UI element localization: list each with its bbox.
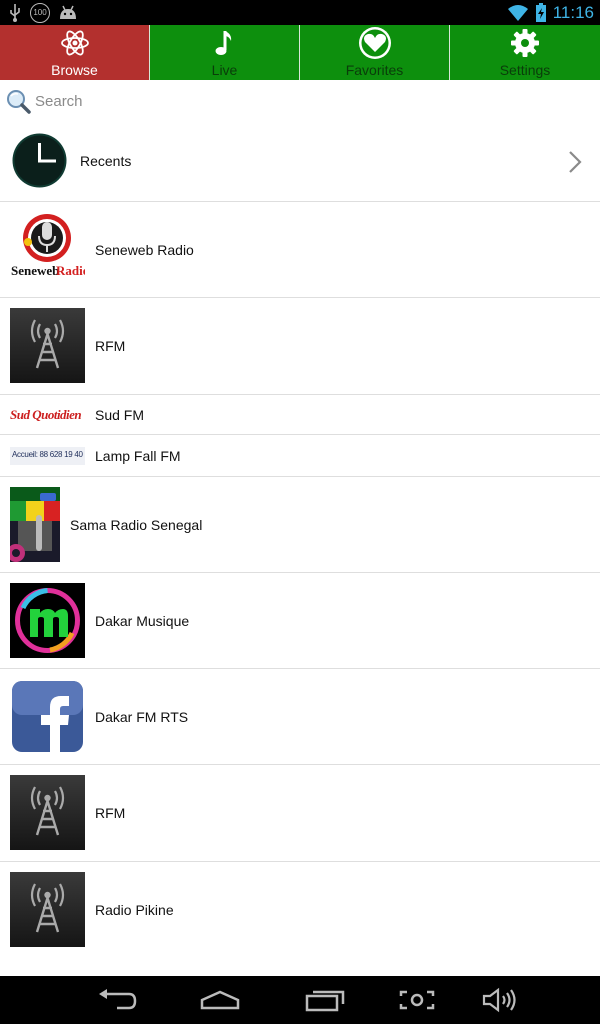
radio-tower-icon (10, 775, 85, 850)
station-name: Lamp Fall FM (95, 448, 181, 464)
station-row[interactable]: Dakar FM RTS (0, 669, 600, 765)
station-row[interactable]: Seneweb Radio Seneweb Radio (0, 202, 600, 298)
tab-bar: Browse Live Favorites Settings (0, 25, 600, 80)
tab-label: Settings (499, 62, 551, 78)
atom-icon (60, 30, 89, 56)
station-name: RFM (95, 338, 126, 354)
music-note-icon (215, 31, 231, 55)
radio-tower-icon (10, 308, 85, 383)
volume-icon[interactable] (478, 986, 522, 1014)
status-left: 100 (8, 3, 78, 23)
sama-radio-logo (10, 487, 60, 562)
dakar-musique-logo (10, 583, 85, 658)
seneweb-logo: Seneweb Radio (10, 212, 85, 287)
screenshot-icon[interactable] (395, 986, 439, 1014)
usb-icon (10, 4, 20, 22)
station-row[interactable]: Accueil: 88 628 19 40 Lamp Fall FM (0, 435, 600, 477)
station-row[interactable]: Sud Quotidien Sud FM (0, 395, 600, 435)
facebook-logo (10, 679, 85, 754)
recents-row[interactable]: Recents (0, 120, 600, 202)
svg-text:Radio: Radio (56, 263, 85, 278)
station-name: Radio Pikine (95, 902, 174, 918)
tab-label: Favorites (345, 62, 404, 78)
station-name: Sud FM (95, 407, 145, 423)
station-row[interactable]: RFM (0, 298, 600, 395)
tab-favorites[interactable]: Favorites (300, 25, 450, 80)
station-name: RFM (95, 805, 126, 821)
tab-live[interactable]: Live (150, 25, 300, 80)
wifi-icon (507, 4, 528, 21)
svg-text:Seneweb: Seneweb (11, 263, 59, 278)
station-row[interactable]: RFM (0, 765, 600, 862)
search-icon (7, 90, 31, 114)
gear-icon (511, 29, 539, 57)
notification-count-icon: 100 (30, 3, 50, 23)
clock-icon (12, 133, 67, 188)
tab-label: Browse (51, 62, 98, 78)
lamp-fall-banner: Accueil: 88 628 19 40 (10, 447, 85, 465)
sud-logo-text: Sud Quotidien (10, 407, 82, 422)
station-name: Sama Radio Senegal (70, 517, 203, 533)
recents-label: Recents (80, 153, 132, 169)
status-right: 11:16 (507, 2, 594, 23)
tab-label: Live (211, 62, 238, 78)
back-icon[interactable] (95, 986, 139, 1014)
battery-charging-icon (535, 2, 546, 22)
station-name: Seneweb Radio (95, 242, 194, 258)
station-row[interactable]: Sama Radio Senegal (0, 477, 600, 573)
tab-browse[interactable]: Browse (0, 25, 150, 80)
lamp-fall-banner-text: Accueil: 88 628 19 40 (12, 450, 83, 459)
tab-settings[interactable]: Settings (450, 25, 600, 80)
station-name: Dakar FM RTS (95, 709, 189, 725)
sud-quotidien-logo: Sud Quotidien (10, 406, 85, 424)
station-row[interactable]: Dakar Musique (0, 573, 600, 669)
search-input[interactable] (35, 90, 435, 112)
station-name: Dakar Musique (95, 613, 190, 629)
home-icon[interactable] (198, 986, 242, 1014)
recent-apps-icon[interactable] (303, 986, 347, 1014)
search-bar (0, 80, 600, 120)
radio-tower-icon (10, 872, 85, 947)
navigation-bar (0, 976, 600, 1024)
android-icon (60, 5, 76, 19)
heart-icon (358, 27, 391, 59)
clock: 11:16 (552, 3, 594, 22)
station-row[interactable]: Radio Pikine (0, 862, 600, 958)
chevron-right-icon (569, 151, 582, 173)
status-bar: 100 11:16 (0, 0, 600, 25)
